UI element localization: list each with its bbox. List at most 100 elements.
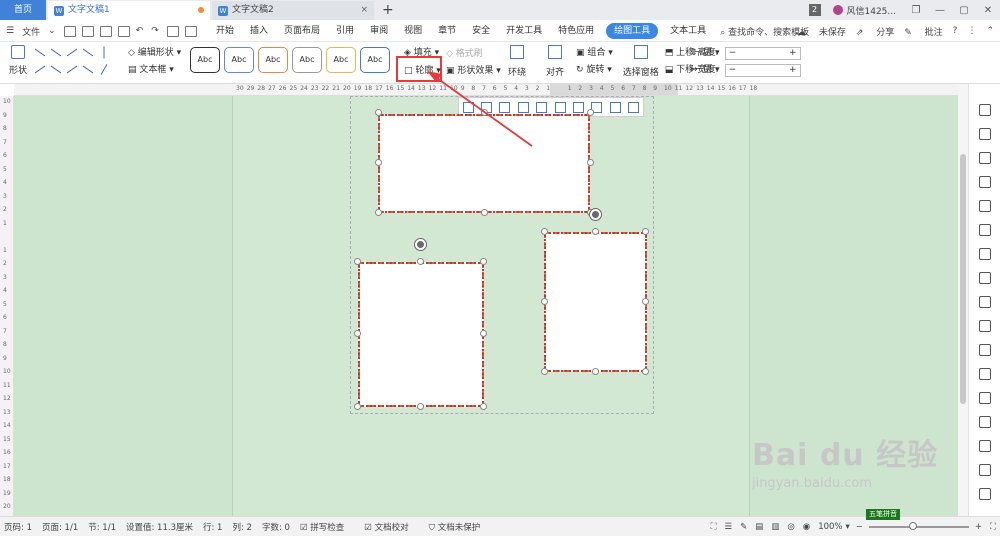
export-icon[interactable]: [979, 368, 991, 380]
setting-value[interactable]: 设置值: 11.3厘米: [126, 521, 193, 533]
rectangle-shape-3[interactable]: [544, 232, 647, 372]
restore-icon[interactable]: ❐: [904, 5, 928, 16]
reading-view-icon[interactable]: ▥: [771, 522, 779, 532]
page-count[interactable]: 页面: 1/1: [42, 521, 78, 533]
resize-handle[interactable]: [642, 298, 649, 305]
help-icon[interactable]: ?: [953, 26, 958, 36]
ime-indicator[interactable]: 五笔拼音: [866, 509, 900, 520]
line-shape[interactable]: [34, 48, 46, 57]
collapse-ribbon-icon[interactable]: ⌃: [986, 26, 994, 36]
close-icon[interactable]: ✕: [976, 5, 1000, 16]
chevron-down-icon[interactable]: ⌄: [48, 26, 56, 36]
resize-handle[interactable]: [417, 258, 424, 265]
resize-handle[interactable]: [541, 228, 548, 235]
tab-references[interactable]: 引用: [328, 23, 362, 39]
fit-window-icon[interactable]: ⛶: [990, 522, 996, 532]
image-icon[interactable]: [979, 416, 991, 428]
location-icon[interactable]: [979, 152, 991, 164]
tab-page-layout[interactable]: 页面布局: [276, 23, 328, 39]
column-number[interactable]: 列: 2: [232, 521, 251, 533]
line-gallery[interactable]: [32, 45, 122, 79]
zoom-slider-knob[interactable]: [908, 522, 917, 530]
page-view-icon[interactable]: ▤: [755, 522, 763, 532]
resize-handle[interactable]: [481, 109, 488, 116]
resize-handle[interactable]: [642, 368, 649, 375]
shape-button[interactable]: 形状: [6, 45, 30, 76]
print-preview-icon[interactable]: [117, 25, 130, 37]
row-number[interactable]: 行: 1: [203, 521, 222, 533]
horizontal-ruler[interactable]: 30 29 28 27 26 25 24 23 22 21 20 19 18 17 16 15 14 13 12 11…: [14, 84, 958, 96]
align-button[interactable]: 对齐: [538, 45, 572, 79]
width-stepper[interactable]: − +: [724, 64, 801, 77]
tab-view[interactable]: 视图: [396, 23, 430, 39]
unsaved-status[interactable]: ☁ 未保存: [797, 25, 846, 38]
line-shape[interactable]: [66, 48, 78, 57]
shape-fill-icon[interactable]: [979, 176, 991, 188]
text-box-button[interactable]: ▤ 文本框 ▾: [128, 62, 181, 79]
width-minus[interactable]: −: [729, 65, 737, 76]
rotate-handle-icon[interactable]: [415, 239, 426, 250]
tab-security[interactable]: 安全: [464, 23, 498, 39]
find-icon[interactable]: [184, 25, 197, 37]
tab-insert[interactable]: 插入: [242, 23, 276, 39]
tab-text-tools[interactable]: 文本工具: [662, 23, 714, 39]
zoom-dropdown-icon[interactable]: ▾: [846, 522, 850, 532]
protect-button[interactable]: ⛉ 文档未保护: [429, 521, 491, 533]
cursor-icon[interactable]: [979, 128, 991, 140]
tab-home[interactable]: 开始: [208, 23, 242, 39]
line-shape[interactable]: [82, 48, 94, 57]
resize-handle[interactable]: [375, 159, 382, 166]
resize-handle[interactable]: [642, 228, 649, 235]
resize-handle[interactable]: [587, 159, 594, 166]
style-preset-1[interactable]: Abc: [190, 47, 220, 73]
tab-features[interactable]: 特色应用: [550, 23, 602, 39]
history-icon[interactable]: [979, 440, 991, 452]
minimize-icon[interactable]: —: [928, 5, 952, 16]
resize-handle[interactable]: [417, 403, 424, 410]
tab-review[interactable]: 审阅: [362, 23, 396, 39]
hamburger-icon[interactable]: ☰: [6, 26, 14, 36]
line-shape[interactable]: [66, 65, 78, 74]
align-top-icon[interactable]: [517, 101, 529, 113]
undo-icon[interactable]: ↶: [136, 26, 144, 36]
zoom-slider[interactable]: [868, 522, 969, 530]
edit-shape-button[interactable]: ◇ 编辑形状 ▾: [128, 45, 181, 62]
group-button[interactable]: ▣ 组合 ▾: [576, 45, 613, 62]
resize-handle[interactable]: [541, 298, 548, 305]
new-tab-button[interactable]: +: [382, 0, 394, 20]
resize-handle[interactable]: [481, 209, 488, 216]
scrollbar-thumb[interactable]: [960, 154, 966, 404]
word-count[interactable]: 字数: 0: [262, 521, 290, 533]
section-count[interactable]: 节: 1/1: [88, 521, 116, 533]
outline-button[interactable]: □ 轮廓 ▾: [404, 63, 441, 76]
style-preset-3[interactable]: Abc: [258, 47, 288, 73]
share-button[interactable]: ⇗ 分享: [856, 25, 894, 38]
web-view-icon[interactable]: ◎: [787, 522, 794, 532]
selection-pane-button[interactable]: 选择窗格: [621, 45, 661, 79]
maximize-icon[interactable]: ▢: [952, 5, 976, 16]
height-plus[interactable]: +: [789, 48, 797, 59]
rectangle-shape-2[interactable]: [358, 262, 484, 407]
vertical-ruler[interactable]: 10 9 8 7 6 5 4 3 2 1 1 2 3 4 5 6 7 8 9 10 11 12 13 14 15 16 17 18 19…: [0, 96, 14, 516]
home-tab[interactable]: 首页: [0, 0, 46, 20]
style-preset-6[interactable]: Abc: [360, 47, 390, 73]
eye-protect-icon[interactable]: ◉: [803, 522, 810, 532]
open-folder-icon[interactable]: [81, 25, 94, 37]
align-left-icon[interactable]: [462, 101, 474, 113]
redo-icon[interactable]: ↷: [151, 26, 159, 36]
edit-view-icon[interactable]: ✎: [740, 522, 747, 532]
pen-icon[interactable]: [979, 104, 991, 116]
settings-icon[interactable]: [979, 488, 991, 500]
sliders-icon[interactable]: [979, 296, 991, 308]
line-shape[interactable]: [103, 46, 105, 59]
distribute-horizontal-icon[interactable]: [573, 101, 585, 113]
spell-check-button[interactable]: ☑ 拼写检查: [300, 521, 354, 533]
focus-mode-icon[interactable]: ⛶: [711, 522, 717, 532]
line-shape[interactable]: [100, 64, 108, 75]
height-stepper[interactable]: − +: [724, 47, 801, 60]
proofread-button[interactable]: ☑ 文档校对: [364, 521, 418, 533]
new-doc-icon[interactable]: [63, 25, 76, 37]
file-menu[interactable]: 文件: [22, 25, 40, 38]
tab-drawing-tools[interactable]: 绘图工具: [606, 23, 659, 39]
outline-view-icon[interactable]: ☰: [725, 522, 733, 532]
